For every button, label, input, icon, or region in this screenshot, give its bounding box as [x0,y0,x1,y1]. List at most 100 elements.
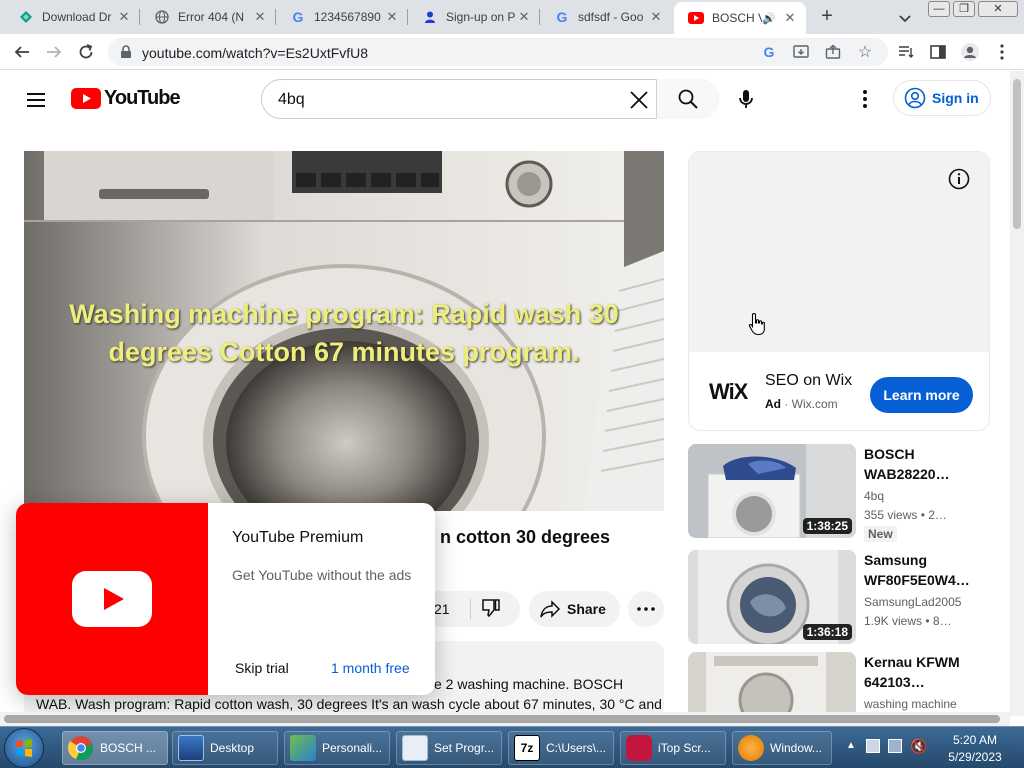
related-video[interactable]: 1:38:25 BOSCH WAB28220… 4bq 355 views • … [688,444,998,542]
related-video[interactable]: 1:36:18 Samsung WF80F5E0W4… SamsungLad20… [688,550,998,646]
share-icon[interactable] [824,43,842,61]
network-icon[interactable] [888,739,902,753]
scrollbar-thumb[interactable] [1013,79,1021,229]
browser-tab[interactable]: Sign-up on P ✕ [408,3,540,31]
video-title: n cotton 30 degrees [440,527,611,547]
browser-tab[interactable]: G 1234567890 ✕ [276,3,408,31]
new-tab-button[interactable]: + [815,5,839,29]
url-text[interactable]: youtube.com/watch?v=Es2UxtFvfU8 [142,45,368,61]
install-icon[interactable] [792,43,810,61]
show-hidden-icons-icon[interactable]: ▲ [846,740,856,751]
share-button[interactable]: Share [529,591,620,627]
clear-search-icon[interactable] [627,88,651,112]
windows-logo-icon [16,739,32,757]
star-icon[interactable]: ☆ [856,43,874,61]
related-video-channel[interactable]: SamsungLad2005 [864,595,961,609]
start-button[interactable] [4,728,44,768]
learn-more-button[interactable]: Learn more [870,377,973,413]
browser-tab[interactable]: Error 404 (N ✕ [140,3,276,31]
close-icon[interactable]: ✕ [648,9,664,25]
vertical-scrollbar[interactable] [1010,71,1024,716]
related-video-channel[interactable]: washing machine [864,697,957,711]
close-icon[interactable]: ✕ [116,9,132,25]
clock-time[interactable]: 5:20 AM [935,733,1015,747]
close-icon[interactable]: ✕ [252,9,268,25]
taskbar-item[interactable]: Desktop [172,731,278,765]
minimize-window-button[interactable]: — [928,1,950,17]
ad-title[interactable]: SEO on Wix [765,372,852,390]
like-count[interactable]: 21 [434,601,450,617]
youtube-logo[interactable]: YouTube [71,87,181,110]
skip-trial-button[interactable]: Skip trial [235,660,289,676]
browser-tab[interactable]: G sdfsdf - Goo ✕ [540,3,672,31]
settings-more-icon[interactable] [853,87,877,111]
video-thumbnail[interactable]: 1:38:25 [688,444,856,538]
green-diamond-icon [18,9,34,25]
windows-taskbar: BOSCH ... Desktop Personali... Set Progr… [0,726,1024,768]
sign-in-button[interactable]: Sign in [893,80,991,116]
video-player[interactable]: Washing machine program: Rapid wash 30 d… [24,151,664,511]
scrollbar-thumb[interactable] [4,715,1000,723]
close-icon[interactable]: ✕ [516,9,532,25]
desktop-icon [178,735,204,761]
ad-domain: · Wix.com [784,397,838,411]
reading-list-icon[interactable] [894,40,918,64]
ad-label: Ad [765,397,781,411]
description-text: WAB. Wash program: Rapid cotton wash, 30… [36,696,662,712]
forward-button[interactable] [42,40,66,64]
reload-button[interactable] [74,40,98,64]
personalize-icon [290,735,316,761]
speaker-icon[interactable]: 🔊 [762,12,776,25]
profile-avatar-icon[interactable] [958,40,982,64]
search-button[interactable] [656,79,719,119]
restore-window-button[interactable]: ❐ [953,1,975,17]
premium-promo-popup: YouTube Premium Get YouTube without the … [16,503,435,695]
video-thumbnail[interactable]: 1:36:18 [688,550,856,644]
tab-title: sdfsdf - Goo [578,10,644,24]
taskbar-item[interactable]: 7z C:\Users\... [508,731,614,765]
related-video-title[interactable]: Kernau KFWM 642103… [864,652,994,692]
chevron-down-icon[interactable] [895,8,915,28]
ad-media[interactable] [689,152,989,352]
horizontal-scrollbar[interactable] [0,712,1010,726]
month-free-button[interactable]: 1 month free [331,660,410,676]
taskbar-item-label: Window... [770,741,823,755]
taskbar-item[interactable]: Personali... [284,731,390,765]
info-icon[interactable] [947,167,971,191]
taskbar-item[interactable]: Window... [732,731,832,765]
chrome-icon [67,735,94,761]
side-panel-icon[interactable] [926,40,950,64]
related-video-title[interactable]: Samsung WF80F5E0W4… [864,550,994,590]
kebab-menu-icon[interactable] [990,40,1014,64]
reload-icon [79,44,93,59]
related-video-channel[interactable]: 4bq [864,489,884,503]
tab-title: 1234567890 [314,10,381,24]
google-lens-icon[interactable]: G [760,43,778,61]
taskbar-item[interactable]: iTop Scr... [620,731,726,765]
lock-icon[interactable] [120,45,132,64]
clock-date[interactable]: 5/29/2023 [935,750,1015,764]
more-actions-button[interactable] [628,591,664,627]
taskbar-item-label: Desktop [210,741,255,755]
microphone-icon[interactable] [734,87,758,111]
address-bar[interactable]: youtube.com/watch?v=Es2UxtFvfU8 G ☆ [108,38,888,66]
back-button[interactable] [10,40,34,64]
taskbar-item[interactable]: Set Progr... [396,731,502,765]
volume-muted-icon[interactable]: 🔇 [910,738,927,755]
flag-icon[interactable] [866,739,880,753]
related-video-title[interactable]: BOSCH WAB28220… [864,444,994,484]
new-badge: New [864,526,897,542]
thumbs-down-icon[interactable] [480,597,504,621]
video-thumbnail[interactable] [688,652,856,712]
taskbar-item[interactable]: BOSCH ... [62,731,168,765]
tab-title: Download Dr [42,10,112,24]
globe-icon [154,9,170,25]
ad-card[interactable]: WiX SEO on Wix Ad · Wix.com Learn more [688,151,990,431]
search-input[interactable] [278,89,608,111]
hamburger-menu-icon[interactable] [24,88,48,112]
close-icon[interactable]: ✕ [782,10,798,26]
close-icon[interactable]: ✕ [384,9,400,25]
close-window-button[interactable]: ✕ [978,1,1018,17]
browser-tab-active[interactable]: BOSCH V 🔊 ✕ [674,2,806,34]
browser-tab[interactable]: Download Dr ✕ [4,3,140,31]
